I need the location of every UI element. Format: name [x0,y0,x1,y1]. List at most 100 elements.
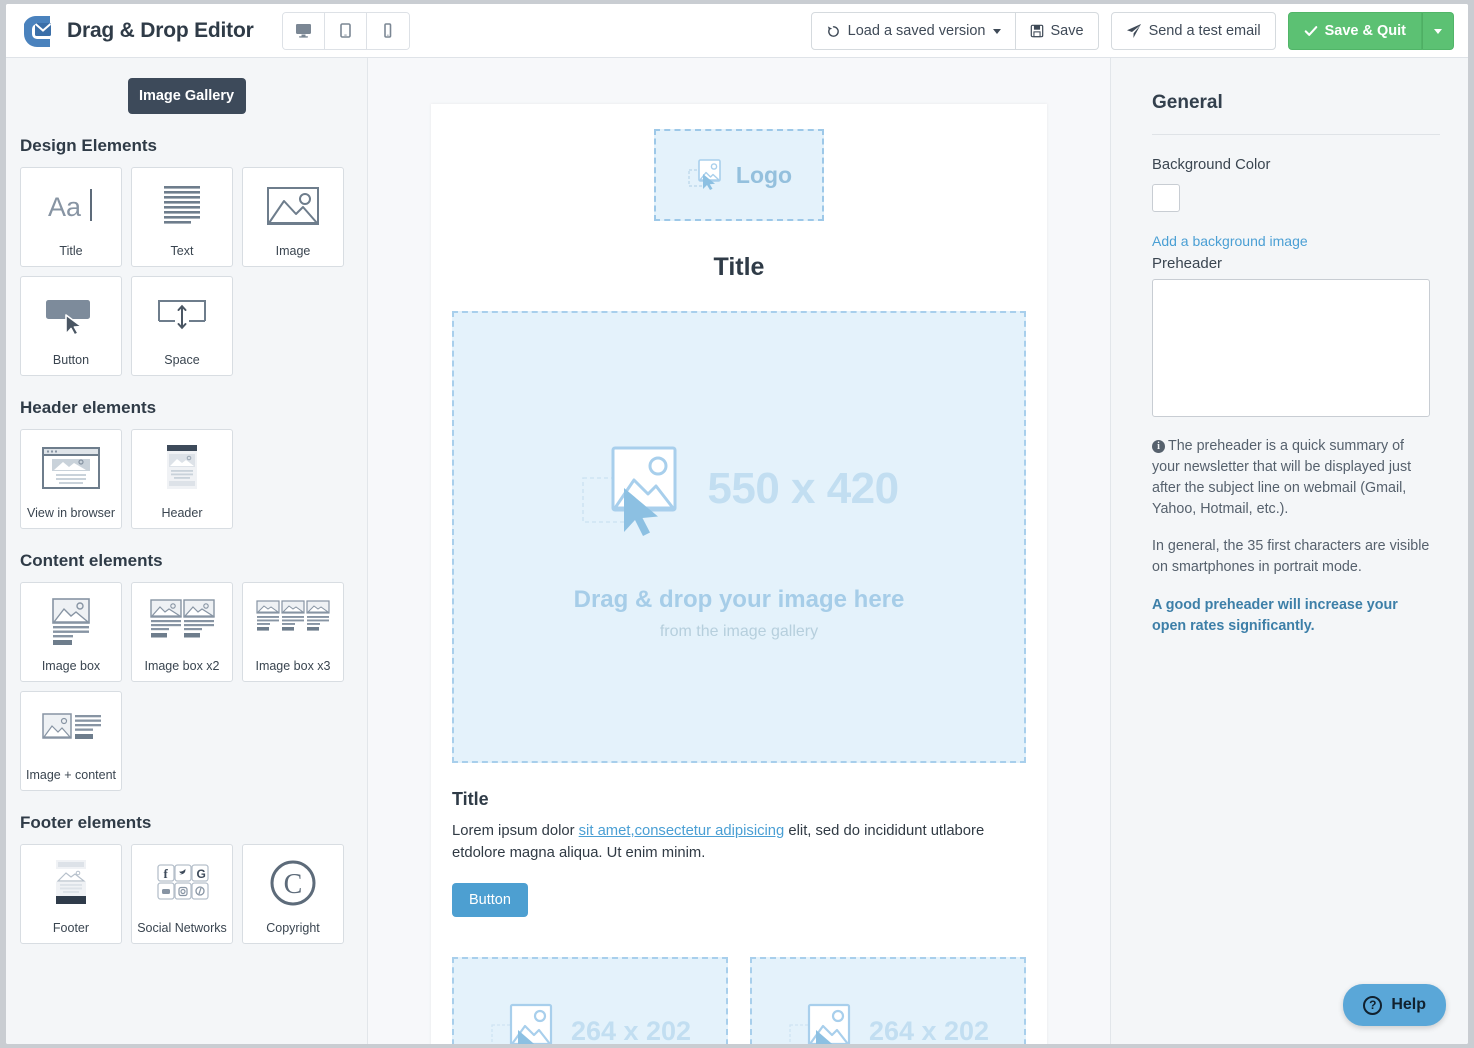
check-icon [1304,24,1318,38]
sidebar-group-header: View in browser Header [20,429,360,529]
sidebar-group-content: Image box [20,582,360,791]
image-placeholder-cursor-icon [686,154,728,196]
image-placeholder-cursor-icon [489,995,563,1045]
sidebar-item-button[interactable]: Button [20,276,122,376]
sidebar-item-label: Button [53,353,89,367]
sidebar-item-view-in-browser[interactable]: View in browser [20,429,122,529]
device-desktop-button[interactable] [283,13,325,49]
social-networks-icon: f G [150,845,214,921]
logo-drop-zone[interactable]: Logo [654,129,824,221]
sidebar-item-space[interactable]: Space [131,276,233,376]
panel-divider [1152,134,1440,135]
sidebar-item-image-plus-content[interactable]: Image + content [20,691,122,791]
sidebar-item-image-box[interactable]: Image box [20,582,122,682]
sidebar-item-label: Copyright [266,921,320,935]
top-actions: Load a saved version Save Send a test e [811,12,1454,50]
top-toolbar: Drag & Drop Editor [6,4,1468,58]
sidebar-item-label: View in browser [27,506,115,520]
background-color-swatch[interactable] [1152,184,1180,212]
load-saved-version-label: Load a saved version [848,23,986,39]
email-canvas-area: Logo Title 550 x 420 Drag & drop your im… [369,58,1109,1044]
hero-image-drop-zone[interactable]: 550 x 420 Drag & drop your image here fr… [452,311,1026,763]
sidebar-item-label: Image box x2 [144,659,219,673]
email-sheet: Logo Title 550 x 420 Drag & drop your im… [431,104,1047,1044]
device-preview-toggle [282,12,410,50]
device-tablet-button[interactable] [325,13,367,49]
space-arrow-icon [151,277,213,353]
sidebar-item-social-networks[interactable]: f G Social Networks [131,844,233,944]
content-title[interactable]: Title [452,789,1047,810]
save-button-group: Load a saved version Save [811,12,1099,50]
app-title: Drag & Drop Editor [67,19,254,43]
svg-text:C: C [284,869,303,900]
sidebar-group-footer: Footer f G [20,844,360,944]
save-label: Save [1051,23,1084,39]
floppy-save-icon [1030,24,1044,38]
send-test-email-button[interactable]: Send a test email [1111,12,1276,50]
hero-drop-icon-row: 550 x 420 [579,434,898,544]
help-label: Help [1391,996,1426,1014]
sidebar-item-header[interactable]: Header [131,429,233,529]
image-icon [262,168,324,244]
mobile-icon [379,22,396,39]
image-placeholder-cursor-icon [579,434,697,544]
half-image-drop-zone-left[interactable]: 264 x 202 [452,957,728,1045]
device-mobile-button[interactable] [367,13,409,49]
save-and-quit-button[interactable]: Save & Quit [1288,12,1422,50]
svg-text:G: G [197,867,206,881]
sidebar-item-label: Text [171,244,194,258]
hero-drop-line1: Drag & drop your image here [574,586,905,614]
load-saved-version-button[interactable]: Load a saved version [811,12,1016,50]
content-button[interactable]: Button [452,883,528,917]
sidebar-item-image-box-x3[interactable]: Image box x3 [242,582,344,682]
sidebar-item-label: Image [276,244,311,258]
question-mark-icon: ? [1363,996,1382,1015]
content-paragraph[interactable]: Lorem ipsum dolor sit amet,consectetur a… [452,821,992,865]
paper-plane-icon [1126,23,1142,39]
add-background-image-link[interactable]: Add a background image [1152,233,1440,249]
sidebar-item-label: Header [162,506,203,520]
footer-block-icon [45,845,97,921]
image-box-x3-icon [255,583,331,659]
sidebar-item-title[interactable]: Aa Title [20,167,122,267]
sidebar-item-image-box-x2[interactable]: Image box x2 [131,582,233,682]
image-placeholder-cursor-icon [787,995,861,1045]
image-gallery-button[interactable]: Image Gallery [128,78,246,114]
panel-title: General [1152,92,1440,114]
sidebar-item-footer[interactable]: Footer [20,844,122,944]
two-column-row: 264 x 202 264 x 202 [452,957,1026,1045]
help-button[interactable]: ? Help [1343,984,1446,1026]
sidebar-group-title-content: Content elements [20,551,367,571]
image-box-icon [40,583,102,659]
background-color-label: Background Color [1152,157,1440,173]
logo-placeholder-label: Logo [736,162,792,189]
title-aa-icon: Aa [40,168,102,244]
right-settings-panel: General Background Color Add a backgroun… [1110,58,1468,1044]
half-size-label: 264 x 202 [571,1016,691,1044]
svg-text:Aa: Aa [48,192,82,222]
chevron-down-icon [1434,29,1442,34]
save-and-quit-dropdown-button[interactable] [1422,12,1454,50]
sidebar-item-text[interactable]: Text [131,167,233,267]
sidebar-item-image[interactable]: Image [242,167,344,267]
envelope-logo-icon [20,14,54,48]
preheader-input[interactable] [1152,279,1430,417]
hero-drop-line2: from the image gallery [660,623,818,641]
browser-window-icon [37,430,105,506]
half-image-drop-zone-right[interactable]: 264 x 202 [750,957,1026,1045]
save-button[interactable]: Save [1016,12,1099,50]
preheader-note-1: iThe preheader is a quick summary of you… [1152,436,1430,521]
preheader-note-3: A good preheader will increase your open… [1152,595,1430,637]
tablet-icon [337,22,354,39]
sidebar-item-copyright[interactable]: C Copyright [242,844,344,944]
content-link[interactable]: sit amet,consectetur adipisicing [579,823,785,839]
email-title[interactable]: Title [431,253,1047,282]
button-cursor-icon [39,277,103,353]
sidebar-group-title-design: Design Elements [20,136,367,156]
sidebar-item-label: Space [164,353,199,367]
preheader-note-2: In general, the 35 first characters are … [1152,536,1430,578]
svg-text:f: f [164,866,169,881]
save-and-quit-label: Save & Quit [1325,23,1406,39]
editor-window: Drag & Drop Editor [6,4,1468,1044]
sidebar-item-label: Social Networks [137,921,227,935]
